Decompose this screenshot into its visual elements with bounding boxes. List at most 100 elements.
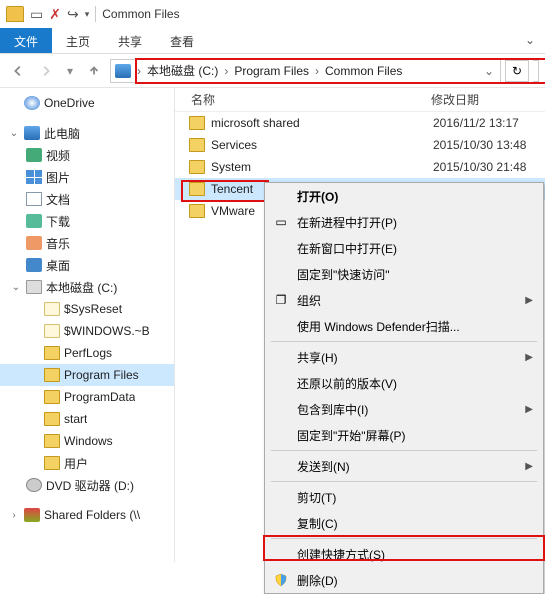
pc-icon — [115, 64, 131, 78]
column-headers[interactable]: 名称 修改日期 — [175, 88, 545, 112]
chevron-right-icon[interactable]: › — [222, 64, 230, 78]
submenu-arrow-icon: ▶ — [525, 352, 533, 363]
quick-access-toolbar: ▭ ✗ ↪ ▾ — [30, 6, 89, 23]
crumb-programfiles[interactable]: Program Files — [230, 64, 313, 78]
ctx-create-shortcut[interactable]: 创建快捷方式(S) — [265, 541, 543, 567]
ctx-delete[interactable]: 删除(D) — [265, 567, 543, 593]
folder-icon — [189, 160, 205, 174]
separator — [271, 450, 537, 451]
crumb-commonfiles[interactable]: Common Files — [321, 64, 406, 78]
ctx-copy[interactable]: 复制(C) — [265, 510, 543, 536]
folder-icon — [189, 116, 205, 130]
list-item[interactable]: Services2015/10/30 13:48 — [175, 134, 545, 156]
tab-home[interactable]: 主页 — [52, 28, 104, 53]
ctx-pin-quick-access[interactable]: 固定到"快速访问" — [265, 261, 543, 287]
onedrive-icon — [24, 96, 40, 110]
folder-icon — [44, 368, 60, 382]
back-button[interactable] — [6, 59, 30, 83]
tab-view[interactable]: 查看 — [156, 28, 208, 53]
folder-icon — [44, 412, 60, 426]
ribbon-expand-icon[interactable]: ⌄ — [515, 28, 545, 53]
ctx-open-new-process[interactable]: ▭在新进程中打开(P) — [265, 209, 543, 235]
folder-icon — [44, 324, 60, 338]
nav-documents[interactable]: 文档 — [0, 188, 174, 210]
documents-icon — [26, 192, 42, 206]
undo-icon[interactable]: ✗ — [49, 6, 61, 23]
context-menu: 打开(O) ▭在新进程中打开(P) 在新窗口中打开(E) 固定到"快速访问" ❐… — [264, 182, 544, 594]
ctx-open-new-window[interactable]: 在新窗口中打开(E) — [265, 235, 543, 261]
shared-folders-icon — [24, 508, 40, 522]
window-title: Common Files — [102, 7, 179, 21]
nav-pictures[interactable]: 图片 — [0, 166, 174, 188]
refresh-button[interactable]: ↻ — [505, 60, 529, 82]
ctx-cut[interactable]: 剪切(T) — [265, 484, 543, 510]
submenu-arrow-icon: ▶ — [525, 404, 533, 415]
nav-sysreset[interactable]: $SysReset — [0, 298, 174, 320]
separator — [271, 538, 537, 539]
chevron-right-icon[interactable]: › — [135, 64, 143, 78]
ctx-include-in-library[interactable]: 包含到库中(I)▶ — [265, 396, 543, 422]
col-modified[interactable]: 修改日期 — [425, 91, 545, 108]
nav-windows[interactable]: Windows — [0, 430, 174, 452]
search-input[interactable] — [533, 60, 539, 82]
qat-dropdown-icon[interactable]: ▾ — [85, 9, 90, 20]
nav-programfiles[interactable]: Program Files — [0, 364, 174, 386]
nav-desktop[interactable]: 桌面 — [0, 254, 174, 276]
crumb-drive[interactable]: 本地磁盘 (C:) — [143, 62, 222, 79]
ctx-restore-versions[interactable]: 还原以前的版本(V) — [265, 370, 543, 396]
nav-perflogs[interactable]: PerfLogs — [0, 342, 174, 364]
chevron-right-icon[interactable]: › — [313, 64, 321, 78]
folder-icon — [44, 456, 60, 470]
nav-start[interactable]: start — [0, 408, 174, 430]
list-item[interactable]: System2015/10/30 21:48 — [175, 156, 545, 178]
recent-dropdown-icon[interactable]: ▾ — [62, 59, 78, 83]
window-icon: ▭ — [273, 214, 289, 230]
ctx-send-to[interactable]: 发送到(N)▶ — [265, 453, 543, 479]
nav-videos[interactable]: 视频 — [0, 144, 174, 166]
downloads-icon — [26, 214, 42, 228]
nav-programdata[interactable]: ProgramData — [0, 386, 174, 408]
ctx-open[interactable]: 打开(O) — [265, 183, 543, 209]
redo-icon[interactable]: ↪ — [67, 6, 79, 23]
nav-users[interactable]: 用户 — [0, 452, 174, 474]
properties-icon[interactable]: ▭ — [30, 6, 43, 23]
ctx-organize[interactable]: ❐组织▶ — [265, 287, 543, 313]
ctx-share[interactable]: 共享(H)▶ — [265, 344, 543, 370]
drive-icon — [26, 280, 42, 294]
ribbon-tabs: 文件 主页 共享 查看 ⌄ — [0, 28, 545, 54]
address-dropdown-icon[interactable]: ⌄ — [478, 64, 500, 78]
tab-share[interactable]: 共享 — [104, 28, 156, 53]
list-item[interactable]: microsoft shared2016/11/2 13:17 — [175, 112, 545, 134]
desktop-icon — [26, 258, 42, 272]
nav-dvd[interactable]: DVD 驱动器 (D:) — [0, 474, 174, 496]
tab-file[interactable]: 文件 — [0, 28, 52, 53]
nav-this-pc[interactable]: ⌄此电脑 — [0, 122, 174, 144]
navigation-pane: OneDrive ⌄此电脑 视频 图片 文档 下载 音乐 桌面 ⌄本地磁盘 (C… — [0, 88, 175, 562]
music-icon — [26, 236, 42, 250]
separator — [271, 481, 537, 482]
nav-shared-folders[interactable]: ›Shared Folders (\\ — [0, 504, 174, 526]
col-name[interactable]: 名称 — [175, 91, 425, 108]
address-bar-row: ▾ › 本地磁盘 (C:) › Program Files › Common F… — [0, 54, 545, 88]
nav-windowsbt[interactable]: $WINDOWS.~B — [0, 320, 174, 342]
up-button[interactable] — [82, 59, 106, 83]
ctx-pin-to-start[interactable]: 固定到"开始"屏幕(P) — [265, 422, 543, 448]
separator — [95, 6, 96, 22]
forward-button[interactable] — [34, 59, 58, 83]
nav-drive-c[interactable]: ⌄本地磁盘 (C:) — [0, 276, 174, 298]
videos-icon — [26, 148, 42, 162]
folder-icon — [189, 138, 205, 152]
dvd-icon — [26, 478, 42, 492]
address-bar[interactable]: › 本地磁盘 (C:) › Program Files › Common Fil… — [110, 59, 501, 83]
window-folder-icon — [6, 6, 24, 22]
folder-icon — [44, 346, 60, 360]
separator — [271, 341, 537, 342]
nav-music[interactable]: 音乐 — [0, 232, 174, 254]
ctx-defender-scan[interactable]: 使用 Windows Defender扫描... — [265, 313, 543, 339]
nav-onedrive[interactable]: OneDrive — [0, 92, 174, 114]
submenu-arrow-icon: ▶ — [525, 461, 533, 472]
nav-downloads[interactable]: 下载 — [0, 210, 174, 232]
folder-icon — [189, 204, 205, 218]
pc-icon — [24, 126, 40, 140]
folder-icon — [189, 182, 205, 196]
